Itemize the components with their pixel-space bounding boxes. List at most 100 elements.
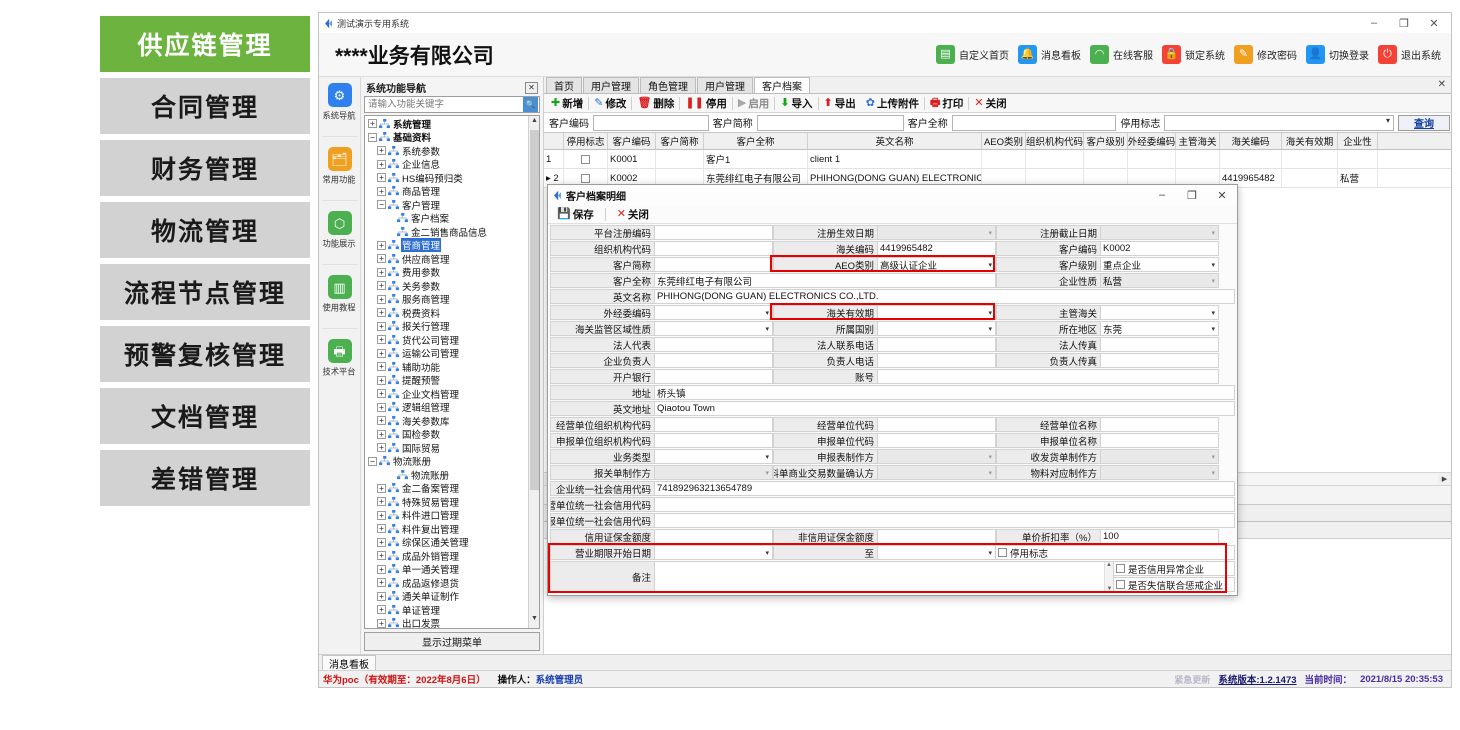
memo-input[interactable]: ▲ ▼ [655, 561, 1114, 593]
expand-icon[interactable]: + [377, 267, 386, 277]
grid-column-header[interactable] [544, 133, 564, 149]
banner-item-4[interactable]: 流程节点管理 [100, 264, 310, 320]
expand-icon[interactable]: + [377, 591, 386, 601]
expand-icon[interactable]: + [377, 551, 386, 561]
tree-node[interactable]: 客户档案 [366, 212, 527, 225]
tree-node[interactable]: 物流账册 [366, 468, 527, 482]
expand-icon[interactable]: + [377, 497, 386, 507]
expand-icon[interactable]: + [377, 240, 386, 250]
collapse-icon[interactable]: − [368, 132, 377, 142]
toolbar-enable-button[interactable]: ▶ 启用 [733, 95, 774, 112]
scroll-right-arrow[interactable]: ▶ [1438, 475, 1451, 483]
dialog-close-button[interactable]: ✕ [1207, 185, 1237, 205]
grid-column-header[interactable]: 外经委编码 [1128, 133, 1176, 149]
field-input[interactable] [655, 241, 773, 256]
tree-node[interactable]: + 提醒预警 [366, 374, 527, 387]
rail-item-system-nav[interactable]: ⚙ 系统导航 [319, 83, 361, 122]
expand-icon[interactable]: + [377, 389, 386, 399]
tab-message-board[interactable]: 消息看板 [322, 655, 376, 671]
filter-input-code[interactable] [593, 114, 709, 131]
tree-node[interactable]: + 关务参数 [366, 279, 527, 293]
banner-item-7[interactable]: 差错管理 [100, 450, 310, 506]
field-input[interactable] [878, 417, 996, 432]
filter-select-stop-flag[interactable] [1164, 114, 1394, 131]
tree-node[interactable]: + HS编码预归类 [366, 171, 527, 185]
grid-column-header[interactable]: 海关有效期 [1282, 133, 1338, 149]
tree-node[interactable]: + 海关参数库 [366, 414, 527, 428]
grid-column-header[interactable]: 停用标志 [564, 133, 608, 149]
banner-item-6[interactable]: 文档管理 [100, 388, 310, 444]
tree-node[interactable]: + 系统管理 [366, 117, 527, 131]
expand-icon[interactable]: + [377, 429, 386, 439]
expand-icon[interactable]: + [377, 510, 386, 520]
search-icon[interactable]: 🔍 [523, 97, 538, 112]
scroll-up-arrow[interactable]: ▲ [1105, 562, 1113, 568]
expand-icon[interactable]: + [377, 186, 386, 196]
tree-node[interactable]: + 单证管理 [366, 603, 527, 617]
tree-node[interactable]: + 企业信息 [366, 158, 527, 171]
field-input[interactable] [655, 225, 773, 240]
grid-column-header[interactable]: 组织机构代码 [1026, 133, 1084, 149]
field-input[interactable]: Qiaotou Town [655, 401, 1235, 416]
toolbar-disable-button[interactable]: ❚❚ 停用 [680, 95, 731, 112]
field-input[interactable] [878, 529, 996, 544]
expand-icon[interactable]: + [377, 483, 386, 493]
rail-item-common-functions[interactable]: 🗂 常用功能 [319, 147, 361, 186]
tree-node[interactable]: 金二销售商品信息 [366, 225, 527, 239]
search-input[interactable] [365, 98, 523, 111]
field-input[interactable] [655, 529, 773, 544]
grid-column-header[interactable]: 客户级别 [1084, 133, 1128, 149]
expand-icon[interactable]: + [377, 537, 386, 547]
tree-node[interactable]: + 单一通关管理 [366, 563, 527, 576]
expand-icon[interactable]: + [377, 443, 386, 453]
field-select[interactable]: 东莞 [1101, 321, 1219, 336]
tree-node[interactable]: + 货代公司管理 [366, 333, 527, 347]
tree-node[interactable]: + 金二备案管理 [366, 482, 527, 495]
tab-user-management-1[interactable]: 用户管理 [583, 77, 639, 93]
expand-icon[interactable]: + [377, 402, 386, 412]
tree-node[interactable]: + 辅助功能 [366, 360, 527, 374]
memo-scrollbar[interactable]: ▲ ▼ [1104, 562, 1113, 592]
header-action-online-support[interactable]: ◠ 在线客服 [1090, 45, 1153, 64]
field-select[interactable] [878, 321, 996, 336]
toolbar-delete-button[interactable]: 🗑 删除 [632, 95, 679, 112]
system-version[interactable]: 系统版本:1.2.1473 [1218, 672, 1296, 686]
expand-icon[interactable]: + [377, 281, 386, 291]
expand-icon[interactable]: + [377, 159, 386, 169]
tree-node[interactable]: + 运输公司管理 [366, 347, 527, 360]
tree-node[interactable]: + 管商管理 [366, 238, 527, 253]
banner-item-0[interactable]: 供应链管理 [100, 16, 310, 72]
grid-column-header[interactable]: 英文名称 [808, 133, 982, 149]
expand-icon[interactable]: + [368, 119, 377, 129]
toolbar-upload-attachment-button[interactable]: ✿ 上传附件 [861, 95, 924, 112]
field-select[interactable] [1101, 305, 1219, 320]
expand-icon[interactable]: + [377, 618, 386, 628]
checkbox-dishonesty-punish[interactable]: 是否失信联合惩戒企业 [1114, 577, 1235, 592]
field-select[interactable] [655, 305, 773, 320]
field-input[interactable] [1101, 417, 1219, 432]
field-input[interactable] [878, 337, 996, 352]
checkbox-stop-flag[interactable]: 停用标志 [996, 545, 1235, 560]
tree-node[interactable]: + 料件进口管理 [366, 509, 527, 522]
header-action-message-board[interactable]: 🔔 消息看板 [1018, 45, 1081, 64]
grid-column-header[interactable]: 主管海关 [1176, 133, 1220, 149]
row-stop-flag-checkbox[interactable] [564, 150, 608, 168]
maximize-button[interactable]: ❐ [1389, 13, 1419, 33]
scroll-down-arrow[interactable]: ▼ [1105, 586, 1114, 592]
rail-item-tutorial[interactable]: ▥ 使用教程 [319, 275, 361, 314]
checkbox[interactable] [581, 154, 590, 164]
nav-search-box[interactable]: 🔍 [364, 96, 540, 113]
tree-node[interactable]: + 成品返修退货 [366, 576, 527, 590]
field-input[interactable] [655, 369, 773, 384]
field-select[interactable] [655, 449, 773, 464]
grid-column-header[interactable]: 企业性 [1338, 133, 1378, 149]
toolbar-edit-button[interactable]: ✎ 修改 [589, 95, 631, 112]
expand-icon[interactable]: + [377, 308, 386, 318]
field-select[interactable] [878, 545, 996, 560]
checkbox[interactable] [1116, 564, 1125, 573]
field-input[interactable]: K0002 [1101, 241, 1219, 256]
field-input[interactable] [1101, 337, 1219, 352]
expand-icon[interactable]: + [377, 321, 386, 331]
minimize-button[interactable]: – [1359, 13, 1389, 33]
field-input[interactable]: 741892963213654789 [655, 481, 1235, 496]
